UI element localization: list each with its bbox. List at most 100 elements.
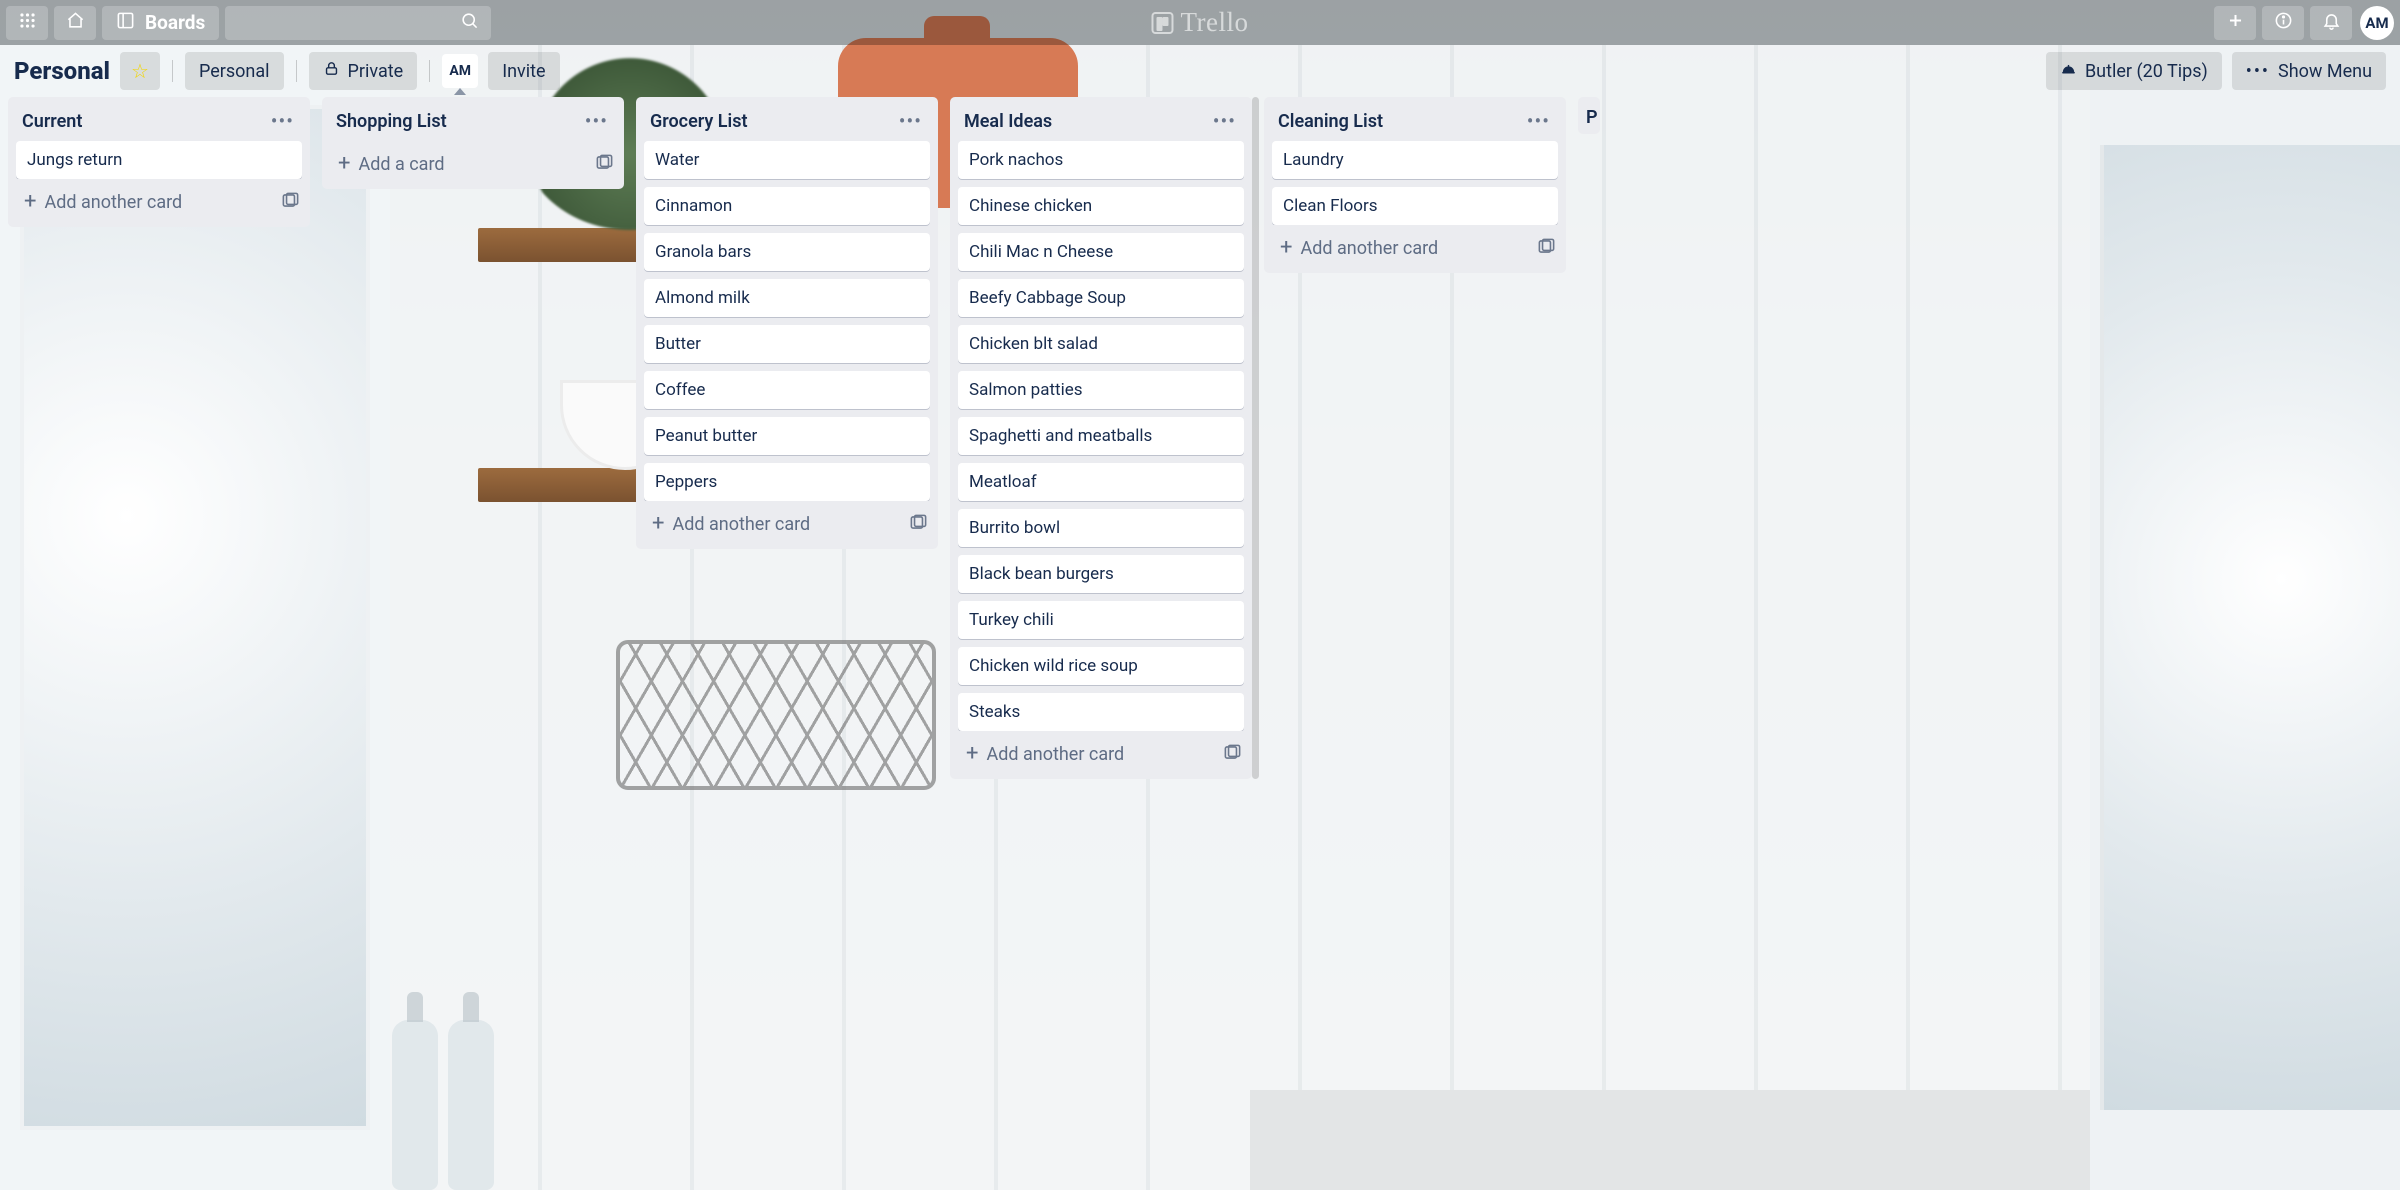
list-menu-button[interactable]: •••	[1207, 107, 1242, 135]
show-menu-label: Show Menu	[2278, 61, 2372, 82]
card[interactable]: Spaghetti and meatballs	[958, 417, 1244, 455]
add-card-label: Add another card	[672, 514, 810, 535]
apps-button[interactable]	[6, 6, 48, 40]
add-card-button[interactable]: + Add a card	[332, 149, 451, 179]
notifications-button[interactable]	[2310, 6, 2352, 40]
plus-icon: +	[338, 153, 350, 175]
card-template-button[interactable]	[1537, 237, 1556, 260]
card[interactable]: Jungs return	[16, 141, 302, 179]
card[interactable]: Pork nachos	[958, 141, 1244, 179]
create-button[interactable]	[2214, 6, 2256, 40]
card[interactable]: Beefy Cabbage Soup	[958, 279, 1244, 317]
search-icon	[460, 11, 479, 34]
list: Current ••• Jungs return +Add another card	[8, 97, 310, 227]
butler-button[interactable]: Butler (20 Tips)	[2046, 52, 2222, 90]
invite-label: Invite	[502, 61, 545, 82]
team-button[interactable]: Personal	[185, 52, 284, 90]
plus-icon: +	[652, 513, 664, 535]
card[interactable]: Laundry	[1272, 141, 1558, 179]
card[interactable]: Water	[644, 141, 930, 179]
list-header: P	[1578, 97, 1600, 134]
list-menu-button[interactable]: •••	[579, 107, 614, 135]
template-icon	[281, 195, 300, 214]
visibility-button[interactable]: Private	[309, 52, 418, 90]
plus-icon: +	[966, 743, 978, 765]
card[interactable]: Chicken blt salad	[958, 325, 1244, 363]
add-card-label: Add a card	[358, 154, 444, 175]
template-icon	[909, 517, 928, 536]
list-title[interactable]: P	[1586, 107, 1598, 128]
info-icon	[2274, 11, 2293, 34]
add-card-button[interactable]: +Add another card	[1274, 233, 1444, 263]
card[interactable]: Cinnamon	[644, 187, 930, 225]
boards-label: Boards	[145, 11, 205, 34]
show-menu-button[interactable]: ••• Show Menu	[2232, 52, 2386, 90]
board-title[interactable]: Personal	[14, 57, 110, 85]
list: Grocery List ••• Water Cinnamon Granola bars…	[636, 97, 938, 549]
butler-label: Butler (20 Tips)	[2085, 61, 2208, 82]
list-cards: Jungs return	[8, 141, 310, 179]
bell-icon	[2322, 11, 2341, 34]
ellipsis-icon: •••	[271, 109, 294, 133]
card[interactable]: Black bean burgers	[958, 555, 1244, 593]
card[interactable]: Peanut butter	[644, 417, 930, 455]
card-template-button[interactable]	[909, 513, 928, 536]
trello-logo-icon	[1151, 12, 1173, 34]
info-button[interactable]	[2262, 6, 2304, 40]
list-menu-button[interactable]: •••	[893, 107, 928, 135]
team-label: Personal	[199, 61, 270, 82]
invite-button[interactable]: Invite	[488, 52, 559, 90]
card-template-button[interactable]	[281, 191, 300, 214]
card[interactable]: Peppers	[644, 463, 930, 501]
trello-logo[interactable]: Trello	[1151, 7, 1248, 38]
boards-button[interactable]: Boards	[102, 6, 219, 40]
divider	[429, 60, 430, 82]
apps-icon	[18, 11, 37, 34]
card[interactable]: Clean Floors	[1272, 187, 1558, 225]
card[interactable]: Granola bars	[644, 233, 930, 271]
board-member-avatar[interactable]: AM	[442, 54, 478, 88]
list-menu-button[interactable]: •••	[1521, 107, 1556, 135]
list-menu-button[interactable]: •••	[265, 107, 300, 135]
card[interactable]: Almond milk	[644, 279, 930, 317]
card[interactable]: Butter	[644, 325, 930, 363]
divider	[172, 60, 173, 82]
ellipsis-icon: •••	[585, 109, 608, 133]
add-card-label: Add another card	[44, 192, 182, 213]
card[interactable]: Meatloaf	[958, 463, 1244, 501]
add-card-button[interactable]: +Add another card	[18, 187, 188, 217]
search-input[interactable]	[225, 6, 491, 40]
card[interactable]: Chili Mac n Cheese	[958, 233, 1244, 271]
card[interactable]: Chinese chicken	[958, 187, 1244, 225]
star-board-button[interactable]: ☆	[120, 52, 160, 90]
list-title[interactable]: Current	[22, 111, 82, 132]
user-avatar[interactable]: AM	[2360, 6, 2394, 40]
card[interactable]: Turkey chili	[958, 601, 1244, 639]
ellipsis-icon: •••	[1213, 109, 1236, 133]
home-button[interactable]	[54, 6, 96, 40]
add-card-label: Add another card	[986, 744, 1124, 765]
user-avatar-initials: AM	[2365, 14, 2388, 32]
card[interactable]: Chicken wild rice soup	[958, 647, 1244, 685]
add-card-button[interactable]: + Add another card	[646, 509, 816, 539]
add-card-row: +Add another card	[1264, 225, 1566, 273]
lock-icon	[323, 60, 340, 82]
boards-icon	[116, 11, 135, 35]
list-cards: Water Cinnamon Granola bars Almond milk Butt…	[636, 141, 938, 501]
list-title[interactable]: Shopping List	[336, 111, 447, 132]
card[interactable]: Coffee	[644, 371, 930, 409]
card-template-button[interactable]	[595, 153, 614, 176]
card[interactable]: Salmon patties	[958, 371, 1244, 409]
card[interactable]: Burrito bowl	[958, 509, 1244, 547]
plus-icon: +	[1280, 237, 1292, 259]
card[interactable]: Steaks	[958, 693, 1244, 731]
list: Meal Ideas ••• Pork nachos Chinese chicken C…	[950, 97, 1252, 779]
list-title[interactable]: Grocery List	[650, 111, 748, 132]
card-template-button[interactable]	[1223, 743, 1242, 766]
list-header: Grocery List •••	[636, 97, 938, 141]
list-title[interactable]: Meal Ideas	[964, 111, 1052, 132]
list-title[interactable]: Cleaning List	[1278, 111, 1383, 132]
board-canvas[interactable]: Current•••Jungs return+Add another cardS…	[0, 97, 2400, 1190]
add-card-row: + Add another card	[636, 501, 938, 549]
add-card-button[interactable]: + Add another card	[960, 739, 1130, 769]
